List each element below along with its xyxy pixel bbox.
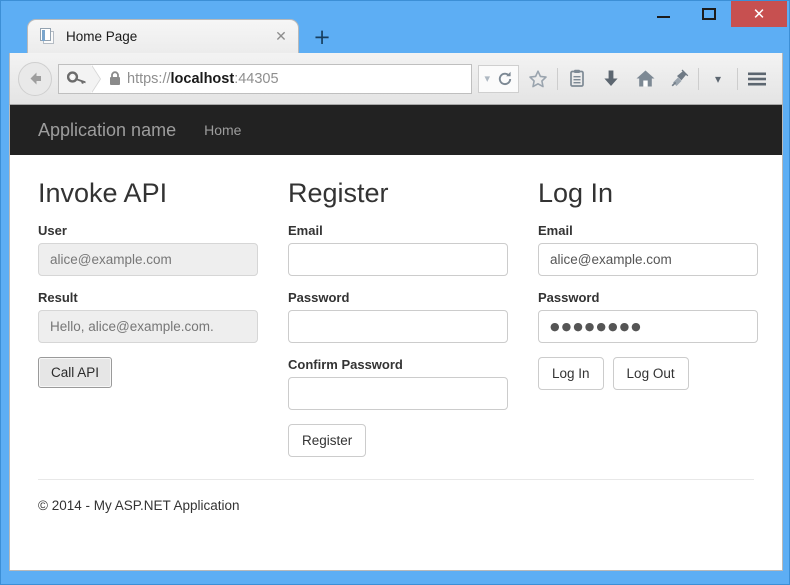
heading-invoke-api: Invoke API xyxy=(38,178,168,208)
hamburger-menu-icon xyxy=(748,72,766,85)
key-icon xyxy=(67,70,86,84)
register-confirm-password-field[interactable] xyxy=(288,376,508,410)
browser-window: ✕ Home Page ✕ + https://localhost:44305 … xyxy=(0,0,790,585)
minimize-icon xyxy=(656,16,670,18)
label-result: Result xyxy=(38,289,78,305)
reload-controls[interactable]: ▾ xyxy=(478,64,519,93)
home-button[interactable] xyxy=(628,62,662,96)
menu-button[interactable] xyxy=(740,62,774,96)
heading-log-in: Log In xyxy=(538,178,614,208)
page-viewport: Application name Home Invoke API User Re… xyxy=(9,105,783,571)
page-icon xyxy=(40,28,56,45)
heading-register: Register xyxy=(288,178,389,208)
label-register-email: Email xyxy=(288,222,323,238)
site-navbar: Application name Home xyxy=(10,105,782,155)
login-email-field[interactable] xyxy=(538,242,758,276)
site-identity-button[interactable] xyxy=(59,64,101,93)
browser-tabstrip: Home Page ✕ + xyxy=(9,19,783,53)
field-group-login-email: Email xyxy=(538,223,758,276)
field-group-register-confirm-password: Confirm Password xyxy=(288,357,508,410)
reading-list-button[interactable] xyxy=(560,62,594,96)
register-buttons: Register xyxy=(288,423,538,457)
login-buttons: Log In Log Out xyxy=(538,356,782,390)
reading-list-icon xyxy=(570,69,584,87)
star-icon xyxy=(529,69,547,87)
label-register-password: Password xyxy=(288,289,350,305)
new-tab-button[interactable]: + xyxy=(307,24,337,51)
tab-title: Home Page xyxy=(66,29,138,44)
field-group-login-password: Password ●●●●●●●● xyxy=(538,290,758,343)
back-button[interactable] xyxy=(18,61,52,96)
field-group-register-password: Password xyxy=(288,290,508,343)
label-login-password: Password xyxy=(538,289,600,305)
chevron-down-icon-2: ▾ xyxy=(714,71,722,86)
field-group-result: Result xyxy=(38,290,258,343)
log-in-button[interactable]: Log In xyxy=(538,356,604,390)
login-password-field[interactable]: ●●●●●●●● xyxy=(538,309,758,343)
toolbar-divider-2 xyxy=(698,67,699,90)
padlock-icon xyxy=(110,71,120,85)
overflow-button[interactable]: ▾ xyxy=(701,62,735,96)
toolbar-divider-3 xyxy=(737,67,738,90)
chevron-down-icon[interactable]: ▾ xyxy=(484,72,490,85)
label-register-confirm-password: Confirm Password xyxy=(288,356,403,372)
pin-button[interactable] xyxy=(662,62,696,96)
result-field[interactable] xyxy=(38,309,258,343)
url-text: https://localhost:44305 xyxy=(127,70,279,87)
download-arrow-icon xyxy=(604,70,618,86)
form-columns: Invoke API User Result Call API xyxy=(38,155,758,457)
browser-tab-home-page[interactable]: Home Page ✕ xyxy=(27,19,299,53)
column-register: Register Email Password Confirm Password xyxy=(288,169,538,457)
site-brand[interactable]: Application name xyxy=(38,120,176,141)
register-password-field[interactable] xyxy=(288,309,508,343)
label-user: User xyxy=(38,222,67,238)
url-bar[interactable]: https://localhost:44305 xyxy=(58,63,473,94)
invoke-api-buttons: Call API xyxy=(38,356,288,388)
back-arrow-icon xyxy=(30,72,41,85)
column-invoke-api: Invoke API User Result Call API xyxy=(38,169,288,457)
page-body: Invoke API User Result Call API xyxy=(10,155,782,513)
log-out-button[interactable]: Log Out xyxy=(612,356,689,390)
register-button[interactable]: Register xyxy=(288,423,367,457)
footer-copyright: © 2014 - My ASP.NET Application xyxy=(38,497,240,513)
field-group-register-email: Email xyxy=(288,223,508,276)
field-group-user: User xyxy=(38,223,258,276)
tab-close-icon[interactable]: ✕ xyxy=(272,28,290,46)
home-icon xyxy=(636,70,654,87)
user-field[interactable] xyxy=(38,242,258,276)
bookmark-button[interactable] xyxy=(521,62,555,96)
call-api-button[interactable]: Call API xyxy=(38,356,113,388)
label-login-email: Email xyxy=(538,222,573,238)
column-log-in: Log In Email Password ●●●●●●●● Log In Lo… xyxy=(538,169,782,457)
register-email-field[interactable] xyxy=(288,242,508,276)
nav-link-home[interactable]: Home xyxy=(204,122,241,138)
browser-navigation-bar: https://localhost:44305 ▾ ▾ xyxy=(9,53,783,105)
downloads-button[interactable] xyxy=(594,62,628,96)
pin-icon xyxy=(671,69,689,87)
toolbar-divider xyxy=(557,67,558,90)
reload-icon[interactable] xyxy=(497,71,513,87)
